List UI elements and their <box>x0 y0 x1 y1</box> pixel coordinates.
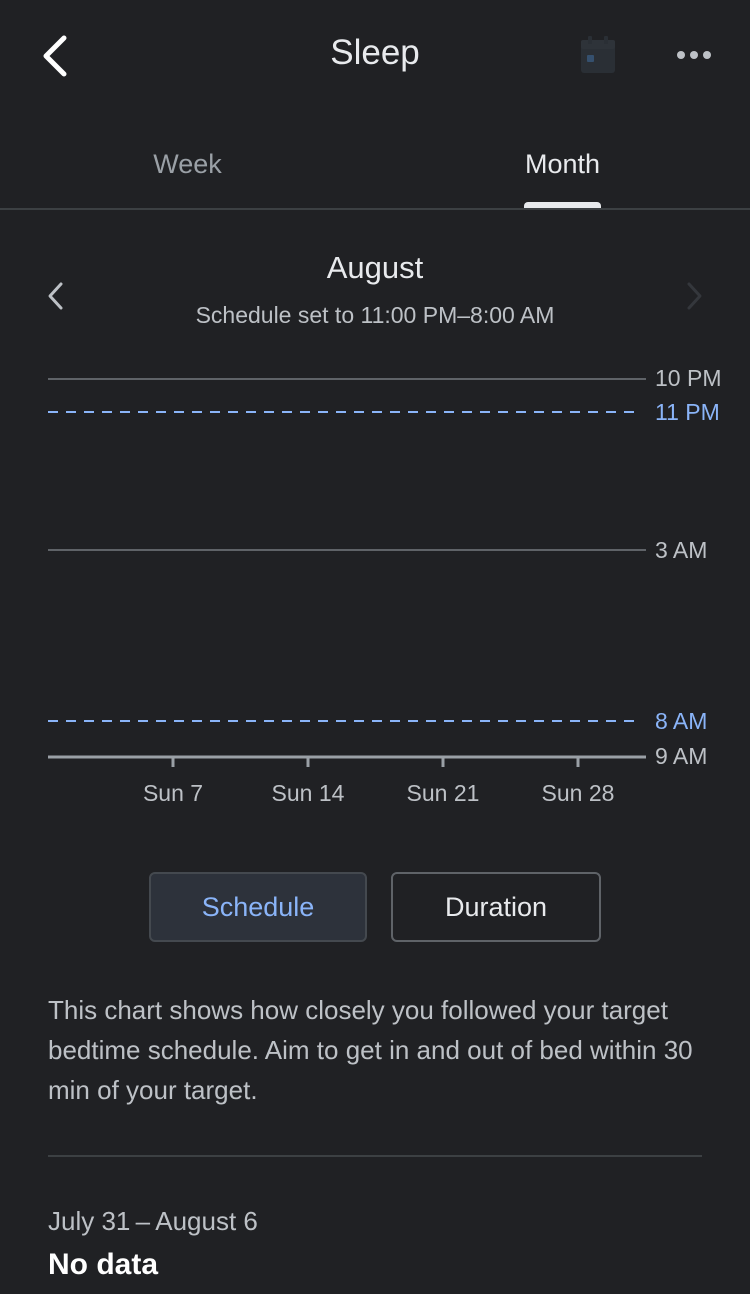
tab-selected-indicator <box>524 202 601 208</box>
duration-toggle-button[interactable]: Duration <box>391 872 601 942</box>
next-period-button[interactable] <box>674 274 714 318</box>
more-horizontal-icon <box>677 51 711 59</box>
page-title: Sleep <box>330 33 420 72</box>
calendar-button[interactable] <box>572 30 624 80</box>
sleep-screen: Sleep Week Month August Schedule set to … <box>0 0 750 1294</box>
chevron-left-icon <box>43 35 67 77</box>
x-tick-label: Sun 14 <box>272 780 345 806</box>
y-tick-label: 3 AM <box>655 537 707 563</box>
divider <box>48 1155 702 1157</box>
y-tick-label: 8 AM <box>655 708 707 734</box>
schedule-subtitle: Schedule set to 11:00 PM–8:00 AM <box>195 302 555 328</box>
week-range-value: No data <box>48 1248 159 1281</box>
x-tick-label: Sun 7 <box>143 780 203 806</box>
schedule-toggle-button[interactable]: Schedule <box>149 872 367 942</box>
more-options-button[interactable] <box>666 30 722 80</box>
y-tick-label: 11 PM <box>655 399 720 425</box>
tab-week[interactable]: Week <box>0 120 375 208</box>
week-range-label[interactable]: July 31 – August 6 <box>48 1206 258 1237</box>
period-title: August <box>326 250 424 285</box>
x-tick-label: Sun 21 <box>407 780 480 806</box>
chevron-right-icon <box>687 282 702 310</box>
tab-month[interactable]: Month <box>375 120 750 208</box>
chart-description: This chart shows how closely you followe… <box>48 995 693 1105</box>
y-tick-label: 9 AM <box>655 743 707 769</box>
y-tick-label: 10 PM <box>655 365 721 391</box>
calendar-icon <box>581 36 615 73</box>
sleep-schedule-chart: 10 PM 11 PM 3 AM 8 AM 9 AM Sun 7 Sun 14 Su… <box>48 365 721 806</box>
back-button[interactable] <box>30 28 82 84</box>
tab-bar: Week Month <box>0 120 750 210</box>
x-tick-label: Sun 28 <box>542 780 615 806</box>
